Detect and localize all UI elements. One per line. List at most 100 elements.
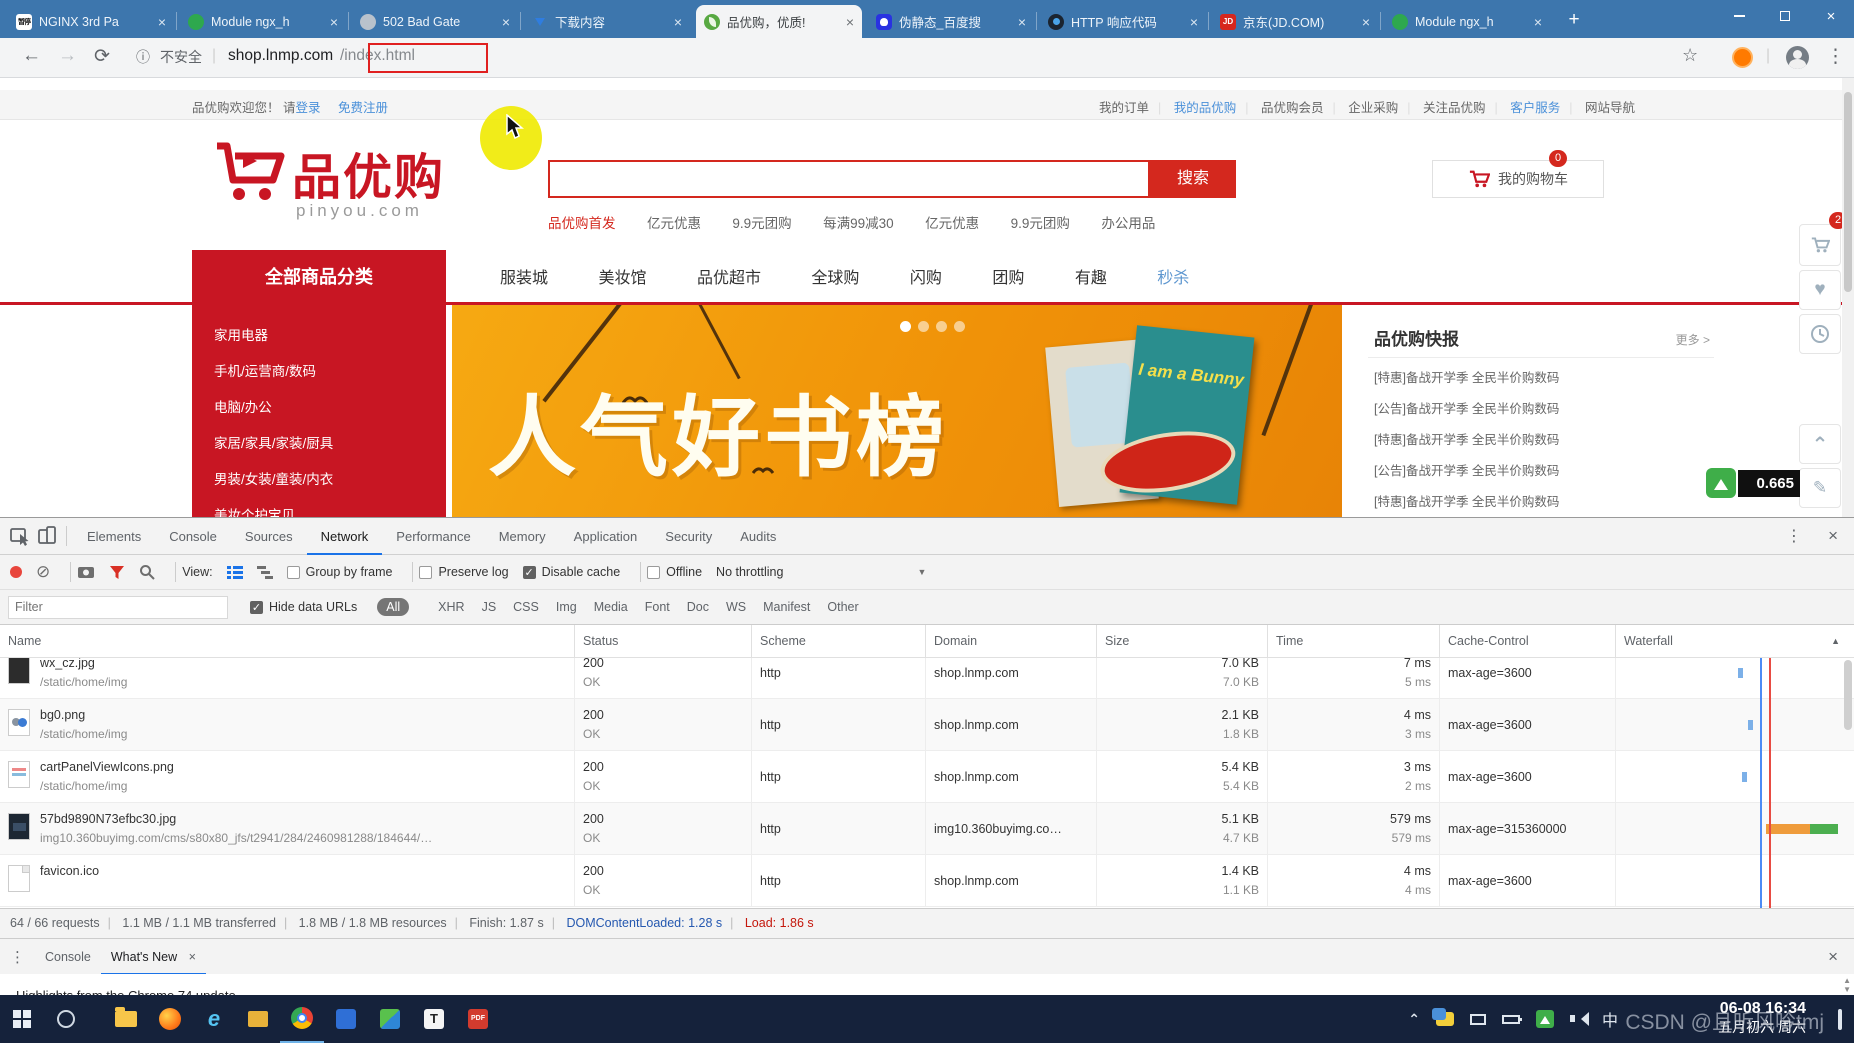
browser-tab[interactable]: 502 Bad Gate × <box>352 5 518 38</box>
tab-close-icon[interactable]: × <box>158 14 166 30</box>
news-item[interactable]: [特惠]备战开学季 全民半价购数码 <box>1374 367 1559 386</box>
offline-checkbox[interactable] <box>647 566 660 579</box>
taskbar-file-explorer[interactable] <box>104 995 148 1043</box>
security-label[interactable]: 不安全 <box>160 47 202 67</box>
taskbar-mail-app[interactable] <box>236 995 280 1043</box>
devtools-tab-elements[interactable]: Elements <box>73 518 155 555</box>
device-toolbar-icon[interactable] <box>38 526 56 546</box>
my-cart-button[interactable]: 我的购物车 <box>1432 160 1604 198</box>
window-close-button[interactable]: × <box>1808 0 1854 32</box>
column-header-size[interactable]: Size <box>1097 625 1268 658</box>
browser-tab[interactable]: Module ngx_h × <box>180 5 346 38</box>
url-host[interactable]: shop.lnmp.com <box>228 47 333 65</box>
tray-expand-icon[interactable]: ⌃ <box>1408 1011 1420 1028</box>
hot-link[interactable]: 每满99减30 <box>823 216 894 231</box>
filter-type-all[interactable]: All <box>377 598 409 616</box>
network-request-row[interactable]: cartPanelViewIcons.png /static/home/img … <box>0 751 1854 803</box>
news-item[interactable]: [特惠]备战开学季 全民半价购数码 <box>1374 491 1559 510</box>
topbar-link-orders[interactable]: 我的订单 <box>1099 101 1149 115</box>
topbar-link-service[interactable]: 客户服务 <box>1510 101 1560 115</box>
column-header-cache-control[interactable]: Cache-Control <box>1440 625 1616 658</box>
browser-tab[interactable]: HTTP 响应代码 × <box>1040 5 1206 38</box>
tab-close-icon[interactable]: × <box>1190 14 1198 30</box>
tab-close-icon[interactable]: × <box>502 14 510 30</box>
feedback-button[interactable]: ✎ <box>1799 468 1841 508</box>
tray-update-icon[interactable] <box>1536 1010 1554 1028</box>
nav-item[interactable]: 有趣 <box>1075 270 1107 287</box>
carousel-dots[interactable] <box>900 319 972 337</box>
category-item[interactable]: 电脑/办公 <box>214 390 446 426</box>
carousel-dot[interactable] <box>918 321 929 332</box>
all-categories-button[interactable]: 全部商品分类 <box>192 250 446 305</box>
devtools-tab-performance[interactable]: Performance <box>382 518 484 555</box>
drawer-menu-icon[interactable]: ⋮ <box>10 948 25 966</box>
topbar-link-member[interactable]: 品优购会员 <box>1261 101 1324 115</box>
carousel-dot[interactable] <box>936 321 947 332</box>
carousel-dot[interactable] <box>954 321 965 332</box>
search-button[interactable]: 搜索 <box>1150 160 1236 198</box>
network-request-row[interactable]: 57bd9890N73efbc30.jpg img10.360buyimg.co… <box>0 803 1854 855</box>
reload-icon[interactable]: ⟳ <box>94 45 110 68</box>
hot-link[interactable]: 9.9元团购 <box>1011 216 1070 231</box>
nav-item[interactable]: 全球购 <box>811 270 859 287</box>
column-header-time[interactable]: Time <box>1268 625 1440 658</box>
browser-tab[interactable]: 下载内容 × <box>524 5 690 38</box>
tab-close-icon[interactable]: × <box>674 14 682 30</box>
category-item[interactable]: 家居/家具/家装/厨具 <box>214 426 446 462</box>
register-link[interactable]: 免费注册 <box>338 101 388 115</box>
filter-type[interactable]: CSS <box>513 600 539 614</box>
taskbar-text-editor[interactable]: T <box>412 995 456 1043</box>
window-maximize-button[interactable] <box>1762 0 1808 32</box>
logo-text[interactable]: 品优购 <box>292 138 445 209</box>
back-to-top-button[interactable]: ⌃ <box>1799 424 1841 464</box>
network-request-row[interactable]: wx_cz.jpg /static/home/img 200OK http sh… <box>0 658 1854 699</box>
nav-item[interactable]: 品优超市 <box>697 270 761 287</box>
network-request-row[interactable]: bg0.png /static/home/img 200OK http shop… <box>0 699 1854 751</box>
hot-link[interactable]: 亿元优惠 <box>647 216 701 231</box>
logo-cart-icon[interactable] <box>213 140 291 208</box>
page-scrollbar-thumb[interactable] <box>1844 92 1852 292</box>
waterfall-view-icon[interactable] <box>257 565 273 579</box>
nav-item[interactable]: 团购 <box>992 270 1024 287</box>
start-button[interactable] <box>0 995 44 1043</box>
search-input[interactable] <box>548 160 1150 198</box>
taskbar-internet-explorer[interactable]: e <box>192 995 236 1043</box>
tab-close-icon[interactable]: × <box>846 14 854 30</box>
throttling-dropdown-icon[interactable]: ▼ <box>917 567 926 577</box>
tray-battery-icon[interactable] <box>1502 1015 1520 1024</box>
devtools-tab-network[interactable]: Network <box>307 518 383 555</box>
browser-menu-icon[interactable]: ⋮ <box>1826 45 1845 68</box>
nav-item[interactable]: 服装城 <box>500 270 548 287</box>
topbar-link-sitemap[interactable]: 网站导航 <box>1585 101 1635 115</box>
browser-tab[interactable]: 暂停 NGINX 3rd Pa × <box>8 5 174 38</box>
forward-icon[interactable]: → <box>58 45 77 67</box>
browser-tab[interactable]: 伪静态_百度搜 × <box>868 5 1034 38</box>
taskbar-blue-app[interactable] <box>324 995 368 1043</box>
news-item[interactable]: [公告]备战开学季 全民半价购数码 <box>1374 460 1559 479</box>
devtools-tab-security[interactable]: Security <box>651 518 726 555</box>
category-item[interactable]: 家用电器 <box>214 318 446 354</box>
action-center-button[interactable] <box>1838 1011 1842 1029</box>
devtools-tab-console[interactable]: Console <box>155 518 231 555</box>
tab-close-icon[interactable]: × <box>1362 14 1370 30</box>
throttling-select[interactable]: No throttling <box>716 565 783 579</box>
taskbar-chrome-active[interactable] <box>280 995 324 1043</box>
new-tab-button[interactable]: + <box>1560 8 1588 34</box>
back-icon[interactable]: ← <box>22 45 41 67</box>
nav-item[interactable]: 美妆馆 <box>598 270 646 287</box>
filter-funnel-icon[interactable] <box>109 565 125 580</box>
carousel-dot-active[interactable] <box>900 321 911 332</box>
topbar-link-enterprise[interactable]: 企业采购 <box>1348 101 1398 115</box>
info-icon[interactable]: ⓘ <box>136 47 150 67</box>
filter-type[interactable]: JS <box>482 600 497 614</box>
profile-avatar-icon[interactable] <box>1786 46 1809 69</box>
filter-type[interactable]: Font <box>645 600 670 614</box>
browser-tab[interactable]: Module ngx_h × <box>1384 5 1550 38</box>
filter-type[interactable]: Doc <box>687 600 709 614</box>
hot-link[interactable]: 亿元优惠 <box>925 216 979 231</box>
filter-type[interactable]: Media <box>594 600 628 614</box>
tab-close-icon[interactable]: × <box>1018 14 1026 30</box>
filter-type[interactable]: Other <box>827 600 858 614</box>
bookmark-star-icon[interactable]: ☆ <box>1682 45 1698 66</box>
search-icon[interactable] <box>139 564 155 580</box>
